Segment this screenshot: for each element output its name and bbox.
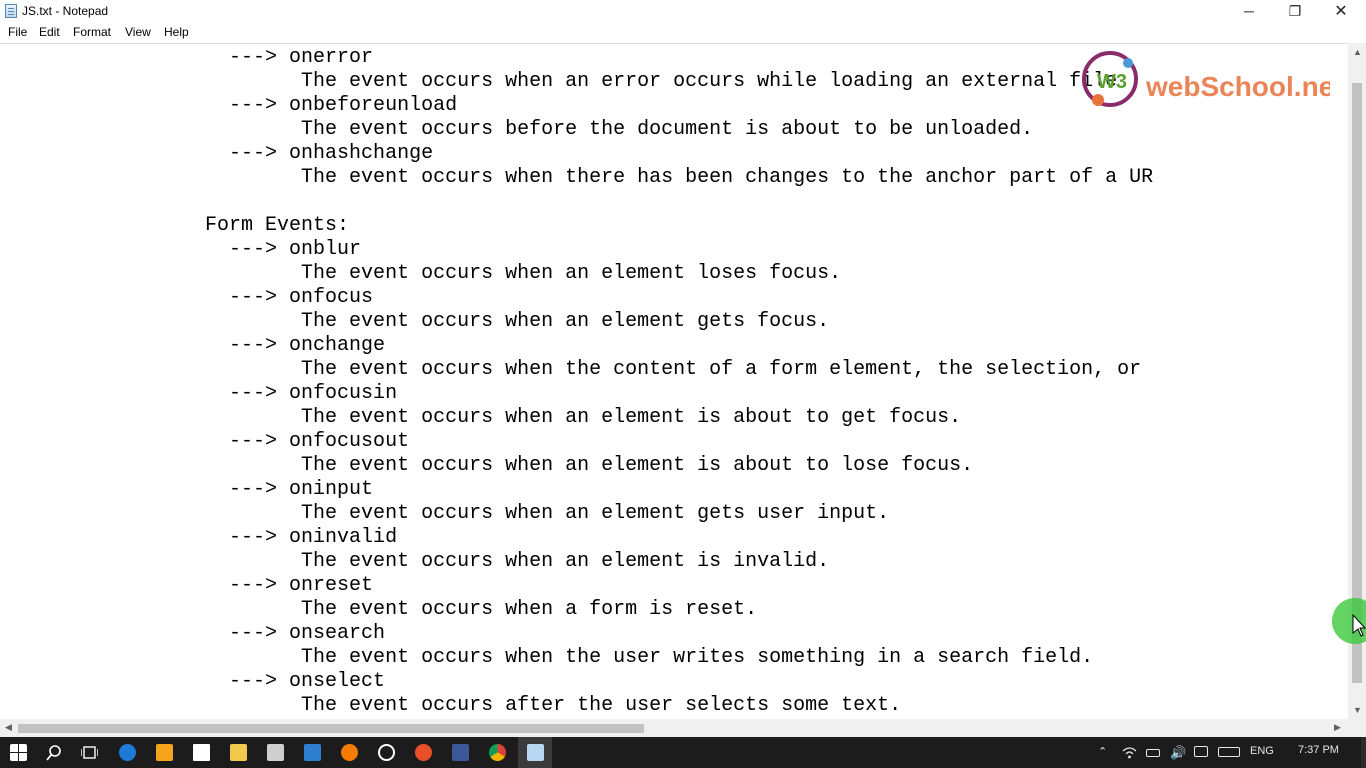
editor-line: ---> onhashchange [1, 142, 434, 165]
editor-line: ---> onblur [1, 238, 362, 261]
store-icon[interactable] [193, 744, 210, 761]
editor-line: The event occurs when an error occurs wh… [1, 70, 1118, 93]
editor-line: ---> onfocusout [1, 430, 410, 453]
editor-line: The event occurs when the content of a f… [1, 358, 1142, 381]
scroll-right-arrow-icon[interactable]: ▶ [1334, 722, 1341, 733]
editor-line: The event occurs when an element is inva… [1, 550, 830, 573]
close-button[interactable]: ✕ [1318, 0, 1364, 22]
battery-icon[interactable] [1146, 749, 1160, 757]
menu-file[interactable]: File [8, 25, 27, 39]
chevron-up-icon[interactable]: ⌃ [1098, 745, 1107, 758]
editor-line: The event occurs after the user selects … [1, 694, 902, 717]
menu-view[interactable]: View [125, 25, 151, 39]
media-icon[interactable] [156, 744, 173, 761]
editor-line: Form Events: [1, 214, 350, 237]
action-center-icon[interactable] [1194, 746, 1208, 757]
scrollbar-corner [1348, 719, 1366, 737]
menu-edit[interactable]: Edit [39, 25, 60, 39]
editor-line: The event occurs when there has been cha… [1, 166, 1154, 189]
facebook-icon[interactable] [452, 744, 469, 761]
editor-line: ---> onreset [1, 574, 374, 597]
menu-bar: File Edit Format View Help [0, 22, 1366, 42]
window-title: JS.txt - Notepad [22, 4, 109, 18]
editor-line: The event occurs when an element is abou… [1, 454, 974, 477]
menu-help[interactable]: Help [164, 25, 189, 39]
show-desktop-button[interactable] [1361, 737, 1366, 768]
minimize-button[interactable]: ─ [1226, 0, 1272, 22]
wifi-icon[interactable] [1122, 745, 1137, 760]
webschool-brand-text: webSchool.net [1145, 71, 1330, 102]
horizontal-scrollbar[interactable]: ◀ ▶ [0, 719, 1348, 737]
text-editor[interactable]: ---> onerror The event occurs when an er… [0, 43, 1348, 720]
editor-line: The event occurs before the document is … [1, 118, 1034, 141]
title-bar: JS.txt - Notepad ─ ❐ ✕ [0, 0, 1366, 22]
editor-line: ---> oninput [1, 478, 374, 501]
keyboard-icon[interactable] [1218, 747, 1240, 757]
search-icon[interactable] [46, 744, 63, 761]
paint-icon[interactable] [341, 744, 358, 761]
editor-line: ---> onselect [1, 670, 386, 693]
editor-line: ---> onfocus [1, 286, 374, 309]
file-explorer-icon[interactable] [230, 744, 247, 761]
firefox-icon[interactable] [415, 744, 432, 761]
notepad-taskbar-icon[interactable] [527, 744, 544, 761]
webschool-logo: W3 webSchool.net [1082, 51, 1330, 107]
scroll-down-arrow-icon[interactable]: ▼ [1353, 705, 1362, 715]
language-indicator[interactable]: ENG [1250, 745, 1274, 757]
app-icon[interactable] [304, 744, 321, 761]
editor-line: The event occurs when an element gets us… [1, 502, 890, 525]
scroll-up-arrow-icon[interactable]: ▲ [1353, 47, 1362, 57]
task-view-icon[interactable] [81, 744, 98, 761]
editor-line: ---> oninvalid [1, 526, 398, 549]
restore-button[interactable]: ❐ [1272, 0, 1318, 22]
windows-start-icon[interactable] [10, 744, 27, 761]
notepad-icon [5, 4, 17, 18]
menu-format[interactable]: Format [73, 25, 111, 39]
vertical-scroll-thumb[interactable] [1352, 83, 1362, 683]
editor-line: ---> onfocusin [1, 382, 398, 405]
editor-line: ---> onchange [1, 334, 386, 357]
svg-text:W3: W3 [1097, 71, 1127, 93]
horizontal-scroll-thumb[interactable] [18, 724, 644, 733]
editor-line: The event occurs when an element is abou… [1, 406, 962, 429]
editor-line: The event occurs when an element loses f… [1, 262, 842, 285]
calculator-icon[interactable] [267, 744, 284, 761]
chrome-icon[interactable] [489, 744, 506, 761]
mouse-pointer-icon [1352, 614, 1366, 637]
taskbar: ⌃ 🔊 ENG 7:37 PM [0, 737, 1366, 768]
editor-line: ---> onbeforeunload [1, 94, 458, 117]
chrome-alt-icon[interactable] [378, 744, 395, 761]
editor-line: The event occurs when the user writes so… [1, 646, 1094, 669]
scroll-left-arrow-icon[interactable]: ◀ [5, 722, 12, 733]
editor-line: ---> onerror [1, 46, 374, 69]
volume-icon[interactable]: 🔊 [1170, 745, 1186, 761]
edge-icon[interactable] [119, 744, 136, 761]
editor-line: ---> onsearch [1, 622, 386, 645]
clock[interactable]: 7:37 PM [1298, 744, 1339, 756]
editor-line: The event occurs when an element gets fo… [1, 310, 830, 333]
editor-line: The event occurs when a form is reset. [1, 598, 758, 621]
